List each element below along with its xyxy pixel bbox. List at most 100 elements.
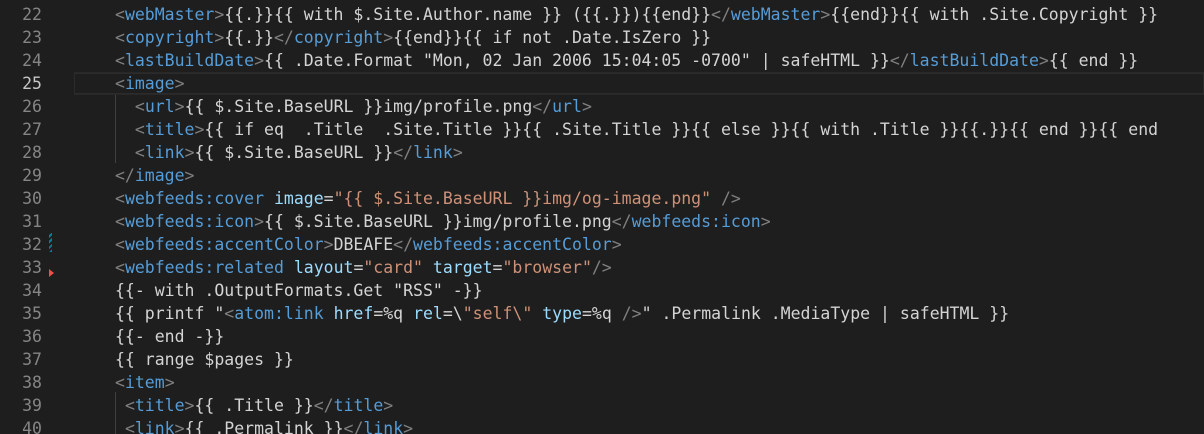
attribute-name: rel bbox=[413, 304, 443, 323]
line-number: 22 bbox=[22, 5, 42, 24]
code-editor[interactable]: 22 <webMaster>{{.}}{{ with $.Site.Author.… bbox=[0, 0, 1204, 434]
tag-name: lastBuildDate bbox=[124, 51, 255, 70]
tag-bracket: </ bbox=[115, 166, 135, 185]
code-content: <copyright>{{.}}</copyright>{{end}}{{ if… bbox=[115, 26, 711, 49]
code-text: {{ .Title }} bbox=[194, 396, 314, 415]
code-text: {{ $.Site.BaseURL }} bbox=[194, 143, 394, 162]
code-text: =\ bbox=[442, 304, 463, 323]
code-text: {{- with .OutputFormats.Get "RSS" -}} bbox=[115, 281, 483, 300]
line-number: 23 bbox=[22, 28, 42, 47]
code-content: {{- with .OutputFormats.Get "RSS" -}} bbox=[115, 279, 483, 302]
tag-name: webfeeds:cover bbox=[124, 189, 265, 208]
code-text: {{.}} bbox=[224, 28, 274, 47]
code-content: {{ range $pages }} bbox=[115, 348, 294, 371]
attribute-value: "{{ $.Site.BaseURL }}img/og-image.png" bbox=[333, 189, 712, 208]
code-text: {{end}}{{ if not .Date.IsZero }} bbox=[393, 28, 712, 47]
tag-bracket: < bbox=[134, 120, 145, 139]
code-line[interactable]: 32 <webfeeds:accentColor>DBEAFE</webfeeds… bbox=[0, 233, 1204, 256]
code-text: DBEAFE bbox=[333, 235, 394, 254]
code-text: = bbox=[492, 258, 503, 277]
tag-bracket: > bbox=[383, 396, 394, 415]
tag-name: webfeeds:accentColor bbox=[413, 235, 612, 254]
tag-bracket: > bbox=[214, 28, 225, 47]
code-content: <url>{{ $.Site.BaseURL }}img/profile.png… bbox=[115, 95, 592, 118]
tag-bracket: > bbox=[403, 419, 414, 434]
line-number: 35 bbox=[22, 304, 42, 323]
line-number: 33 bbox=[22, 258, 42, 277]
code-line[interactable]: 35 {{ printf "<atom:link href=%q rel=\"se… bbox=[0, 302, 1204, 325]
code-content: <link>{{ $.Site.BaseURL }}</link> bbox=[115, 141, 463, 164]
code-line[interactable]: 22 <webMaster>{{.}}{{ with $.Site.Author.… bbox=[0, 3, 1204, 26]
code-text: " .Permalink .MediaType | safeHTML }} bbox=[641, 304, 1010, 323]
code-text: = bbox=[353, 258, 364, 277]
tag-bracket: > bbox=[820, 5, 831, 24]
code-line[interactable]: 26 <url>{{ $.Site.BaseURL }}img/profile.… bbox=[0, 95, 1204, 118]
tag-name: title bbox=[144, 120, 195, 139]
code-text: {{ .Permalink }} bbox=[184, 419, 344, 434]
tag-bracket: > bbox=[254, 51, 265, 70]
code-line[interactable]: 23 <copyright>{{.}}</copyright>{{end}}{{ … bbox=[0, 26, 1204, 49]
tag-name: item bbox=[124, 373, 165, 392]
code-line[interactable]: 38 <item> bbox=[0, 371, 1204, 394]
code-content: <webfeeds:icon>{{ $.Site.BaseURL }}img/p… bbox=[115, 210, 771, 233]
code-line[interactable]: 34 {{- with .OutputFormats.Get "RSS" -}} bbox=[0, 279, 1204, 302]
tag-bracket: < bbox=[115, 5, 125, 24]
line-number: 27 bbox=[22, 120, 42, 139]
code-line[interactable]: 40 <link>{{ .Permalink }}</link> bbox=[0, 417, 1204, 434]
code-content: <webfeeds:cover image="{{ $.Site.BaseURL… bbox=[115, 187, 741, 210]
code-content: {{ printf "<atom:link href=%q rel=\"self… bbox=[115, 302, 1009, 325]
code-line[interactable]: 33 <webfeeds:related layout="card" target… bbox=[0, 256, 1204, 279]
line-number: 36 bbox=[22, 327, 42, 346]
code-text: {{ end }} bbox=[1048, 51, 1139, 70]
tag-bracket: < bbox=[115, 189, 125, 208]
code-text: {{- end -}} bbox=[115, 327, 225, 346]
line-number: 30 bbox=[22, 189, 42, 208]
tag-name: webMaster bbox=[730, 5, 821, 24]
tag-bracket: </ bbox=[313, 396, 334, 415]
code-line[interactable]: 25 <image> bbox=[0, 72, 1204, 95]
code-content: <link>{{ .Permalink }}</link> bbox=[115, 417, 413, 434]
code-text: {{ range $pages }} bbox=[115, 350, 294, 369]
tag-bracket: < bbox=[115, 212, 125, 231]
tag-bracket: /> bbox=[591, 258, 612, 277]
code-text: {{ printf " bbox=[115, 304, 225, 323]
tag-name: copyright bbox=[293, 28, 384, 47]
code-line[interactable]: 29 </image> bbox=[0, 164, 1204, 187]
tag-name: url bbox=[144, 97, 175, 116]
line-number: 26 bbox=[22, 97, 42, 116]
tag-bracket: > bbox=[1038, 51, 1049, 70]
code-line[interactable]: 31 <webfeeds:icon>{{ $.Site.BaseURL }}img… bbox=[0, 210, 1204, 233]
tag-name: webfeeds:related bbox=[124, 258, 284, 277]
attribute-name: href bbox=[333, 304, 374, 323]
tag-bracket: > bbox=[174, 419, 185, 434]
attribute-value: "card" bbox=[363, 258, 423, 277]
code-line[interactable]: 36 {{- end -}} bbox=[0, 325, 1204, 348]
tag-name: webMaster bbox=[124, 5, 215, 24]
code-content: </image> bbox=[115, 164, 194, 187]
code-content: <webMaster>{{.}}{{ with $.Site.Author.na… bbox=[115, 3, 1158, 26]
tag-name: link bbox=[134, 419, 175, 434]
tag-bracket: </ bbox=[532, 97, 553, 116]
tag-name: title bbox=[333, 396, 384, 415]
line-number: 38 bbox=[22, 373, 42, 392]
code-line[interactable]: 27 <title>{{ if eq .Title .Site.Title }}… bbox=[0, 118, 1204, 141]
tag-bracket: </ bbox=[343, 419, 364, 434]
code-line[interactable]: 30 <webfeeds:cover image="{{ $.Site.BaseU… bbox=[0, 187, 1204, 210]
tag-name: image bbox=[134, 166, 185, 185]
tag-name: link bbox=[413, 143, 453, 162]
code-line[interactable]: 28 <link>{{ $.Site.BaseURL }}</link> bbox=[0, 141, 1204, 164]
code-text: {{ .Date.Format "Mon, 02 Jan 2006 15:04:… bbox=[264, 51, 890, 70]
tag-name: image bbox=[124, 74, 175, 93]
code-line[interactable]: 37 {{ range $pages }} bbox=[0, 348, 1204, 371]
tag-name: lastBuildDate bbox=[909, 51, 1039, 70]
code-line[interactable]: 39 <title>{{ .Title }}</title> bbox=[0, 394, 1204, 417]
tag-bracket: > bbox=[760, 212, 771, 231]
code-line[interactable]: 24 <lastBuildDate>{{ .Date.Format "Mon, 0… bbox=[0, 49, 1204, 72]
line-number: 24 bbox=[22, 51, 42, 70]
